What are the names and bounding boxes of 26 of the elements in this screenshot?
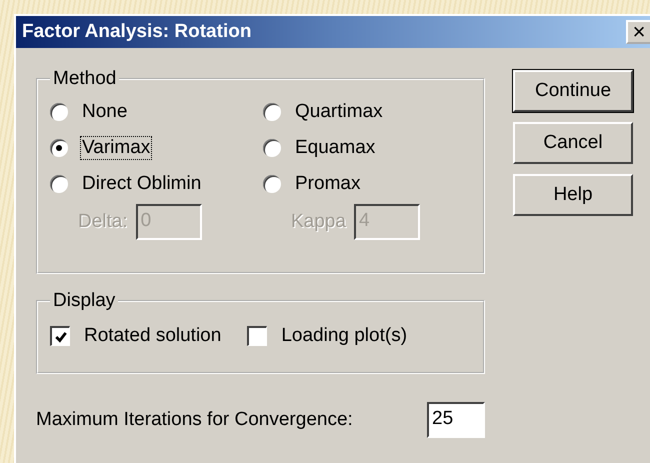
- radio-button[interactable]: [50, 103, 68, 121]
- radio-button[interactable]: [263, 103, 281, 121]
- radio-label[interactable]: None: [80, 100, 130, 124]
- group-title: Display: [52, 290, 116, 312]
- radio-label[interactable]: Varimax: [80, 136, 152, 160]
- checkbox-label[interactable]: Rotated solution: [82, 324, 224, 348]
- radio-button[interactable]: [263, 175, 281, 193]
- dialog-button[interactable]: Continue: [513, 70, 633, 112]
- checkmark-icon: [54, 330, 68, 344]
- radio-label[interactable]: Promax: [293, 172, 362, 196]
- checkbox[interactable]: [50, 326, 70, 346]
- radio-label[interactable]: Direct Oblimin: [80, 172, 204, 196]
- radio-label[interactable]: Equamax: [293, 136, 378, 160]
- input-field[interactable]: 25: [427, 402, 485, 438]
- close-button[interactable]: ×: [626, 20, 650, 44]
- iterations-label: Maximum Iterations for Convergence:: [36, 409, 353, 431]
- radio-button[interactable]: [263, 139, 281, 157]
- dialog-button[interactable]: Cancel: [513, 122, 633, 164]
- radio-label[interactable]: Quartimax: [293, 100, 385, 124]
- group-title: Method: [52, 68, 118, 90]
- radio-button[interactable]: [50, 139, 68, 157]
- radio-button[interactable]: [50, 175, 68, 193]
- window-title: Factor Analysis: Rotation: [22, 21, 252, 43]
- dialog-button[interactable]: Help: [513, 174, 633, 216]
- checkbox[interactable]: [247, 326, 268, 346]
- checkbox-label[interactable]: Loading plot(s): [279, 324, 410, 348]
